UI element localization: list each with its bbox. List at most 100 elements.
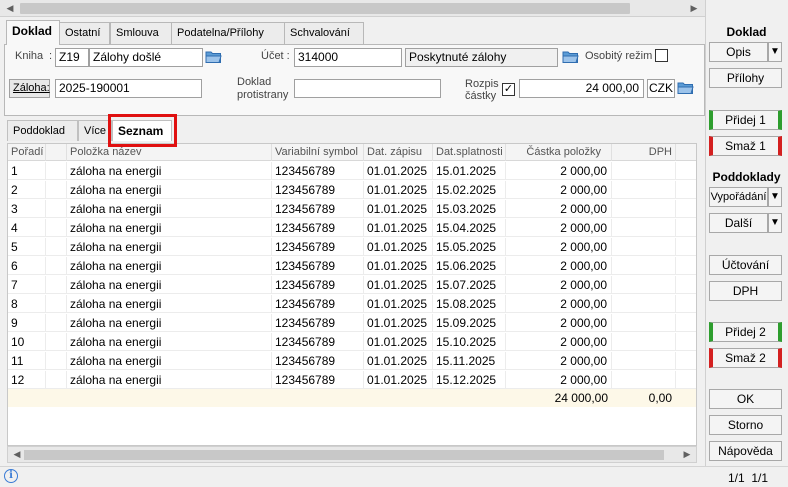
header-castka[interactable]: Částka položky bbox=[506, 144, 612, 161]
cell-poradi[interactable]: 9 bbox=[8, 314, 46, 332]
cell-dph[interactable] bbox=[612, 295, 676, 313]
dalsi-button[interactable]: Další bbox=[709, 213, 768, 233]
cell-vs[interactable]: 123456789 bbox=[272, 333, 364, 351]
cell-dph[interactable] bbox=[612, 219, 676, 237]
kniha-code-input[interactable]: Z19 bbox=[55, 48, 89, 67]
subtab-vice[interactable]: Více bbox=[78, 120, 112, 141]
cell-poradi[interactable]: 1 bbox=[8, 162, 46, 180]
cell-blank[interactable] bbox=[46, 219, 67, 237]
cell-vs[interactable]: 123456789 bbox=[272, 352, 364, 370]
subtab-poddoklad[interactable]: Poddoklad bbox=[7, 120, 78, 141]
cell-castka[interactable]: 2 000,00 bbox=[506, 295, 612, 313]
pridej-1-button[interactable]: Přidej 1 bbox=[709, 110, 782, 130]
castka-input[interactable]: 24 000,00 bbox=[519, 79, 644, 98]
scroll-right-icon[interactable]: ▶ bbox=[686, 1, 702, 16]
cell-dat-zapisu[interactable]: 01.01.2025 bbox=[364, 257, 433, 275]
cell-dat-splatnosti[interactable]: 15.03.2025 bbox=[433, 200, 506, 218]
zaloha-button[interactable]: Záloha: bbox=[9, 79, 50, 98]
cell-dph[interactable] bbox=[612, 276, 676, 294]
cell-polozka[interactable]: záloha na energii bbox=[67, 162, 272, 180]
info-icon[interactable]: i bbox=[4, 469, 18, 483]
header-vs[interactable]: Variabilní symbol bbox=[272, 144, 364, 161]
mena-folder-icon[interactable] bbox=[677, 81, 694, 95]
bottom-scrollbar[interactable]: ◀ ▶ bbox=[7, 446, 697, 463]
items-table[interactable]: Pořadí Položka název Variabilní symbol D… bbox=[7, 143, 697, 446]
cell-dat-splatnosti[interactable]: 15.08.2025 bbox=[433, 295, 506, 313]
ok-button[interactable]: OK bbox=[709, 389, 782, 409]
cell-polozka[interactable]: záloha na energii bbox=[67, 181, 272, 199]
cell-dat-splatnosti[interactable]: 15.05.2025 bbox=[433, 238, 506, 256]
vyporadani-button[interactable]: Vypořádání bbox=[709, 187, 768, 207]
cell-vs[interactable]: 123456789 bbox=[272, 200, 364, 218]
top-scrollbar[interactable]: ◀ ▶ bbox=[0, 0, 705, 17]
cell-blank[interactable] bbox=[46, 200, 67, 218]
cell-polozka[interactable]: záloha na energii bbox=[67, 295, 272, 313]
tab-podatelna[interactable]: Podatelna/Přílohy bbox=[171, 22, 285, 44]
header-poradi[interactable]: Pořadí bbox=[8, 144, 46, 161]
cell-dat-splatnosti[interactable]: 15.10.2025 bbox=[433, 333, 506, 351]
cell-dph[interactable] bbox=[612, 181, 676, 199]
cell-dph[interactable] bbox=[612, 200, 676, 218]
cell-dat-splatnosti[interactable]: 15.04.2025 bbox=[433, 219, 506, 237]
vyporadani-dropdown-icon[interactable]: ▼ bbox=[768, 187, 782, 207]
cell-vs[interactable]: 123456789 bbox=[272, 162, 364, 180]
cell-dat-zapisu[interactable]: 01.01.2025 bbox=[364, 333, 433, 351]
table-row[interactable]: 5 záloha na energii 123456789 01.01.2025 15.… bbox=[8, 238, 696, 256]
hscroll-right-icon[interactable]: ▶ bbox=[679, 447, 695, 462]
cell-dph[interactable] bbox=[612, 371, 676, 389]
cell-polozka[interactable]: záloha na energii bbox=[67, 371, 272, 389]
cell-poradi[interactable]: 7 bbox=[8, 276, 46, 294]
cell-poradi[interactable]: 8 bbox=[8, 295, 46, 313]
dph-button[interactable]: DPH bbox=[709, 281, 782, 301]
smaz-2-button[interactable]: Smaž 2 bbox=[709, 348, 782, 368]
prilohy-button[interactable]: Přílohy bbox=[709, 68, 782, 88]
opis-dropdown-icon[interactable]: ▼ bbox=[768, 42, 782, 62]
cell-vs[interactable]: 123456789 bbox=[272, 257, 364, 275]
cell-dat-zapisu[interactable]: 01.01.2025 bbox=[364, 162, 433, 180]
cell-dat-zapisu[interactable]: 01.01.2025 bbox=[364, 352, 433, 370]
cell-castka[interactable]: 2 000,00 bbox=[506, 276, 612, 294]
cell-polozka[interactable]: záloha na energii bbox=[67, 352, 272, 370]
table-row[interactable]: 4 záloha na energii 123456789 01.01.2025 15.… bbox=[8, 219, 696, 237]
cell-vs[interactable]: 123456789 bbox=[272, 238, 364, 256]
cell-dat-zapisu[interactable]: 01.01.2025 bbox=[364, 219, 433, 237]
cell-dat-zapisu[interactable]: 01.01.2025 bbox=[364, 295, 433, 313]
mena-field[interactable]: CZK bbox=[647, 79, 675, 98]
cell-polozka[interactable]: záloha na energii bbox=[67, 276, 272, 294]
storno-button[interactable]: Storno bbox=[709, 415, 782, 435]
header-dat-zapisu[interactable]: Dat. zápisu bbox=[364, 144, 433, 161]
rozpis-castky-checkbox[interactable]: ✓ bbox=[502, 83, 515, 96]
cell-poradi[interactable]: 2 bbox=[8, 181, 46, 199]
cell-dat-zapisu[interactable]: 01.01.2025 bbox=[364, 371, 433, 389]
osobity-rezim-checkbox[interactable] bbox=[655, 49, 668, 62]
table-row[interactable]: 8 záloha na energii 123456789 01.01.2025 15.… bbox=[8, 295, 696, 313]
cell-vs[interactable]: 123456789 bbox=[272, 219, 364, 237]
cell-dat-splatnosti[interactable]: 15.12.2025 bbox=[433, 371, 506, 389]
cell-poradi[interactable]: 12 bbox=[8, 371, 46, 389]
cell-vs[interactable]: 123456789 bbox=[272, 371, 364, 389]
header-dph[interactable]: DPH bbox=[612, 144, 676, 161]
cell-blank[interactable] bbox=[46, 257, 67, 275]
cell-castka[interactable]: 2 000,00 bbox=[506, 371, 612, 389]
cell-dph[interactable] bbox=[612, 314, 676, 332]
cell-dat-splatnosti[interactable]: 15.07.2025 bbox=[433, 276, 506, 294]
kniha-folder-icon[interactable] bbox=[205, 50, 222, 64]
cell-dat-splatnosti[interactable]: 15.09.2025 bbox=[433, 314, 506, 332]
cell-castka[interactable]: 2 000,00 bbox=[506, 162, 612, 180]
tab-smlouva[interactable]: Smlouva bbox=[110, 22, 172, 44]
smaz-1-button[interactable]: Smaž 1 bbox=[709, 136, 782, 156]
cell-dat-zapisu[interactable]: 01.01.2025 bbox=[364, 314, 433, 332]
cell-vs[interactable]: 123456789 bbox=[272, 181, 364, 199]
cell-polozka[interactable]: záloha na energii bbox=[67, 219, 272, 237]
cell-blank[interactable] bbox=[46, 295, 67, 313]
scroll-thumb[interactable] bbox=[20, 3, 630, 14]
cell-castka[interactable]: 2 000,00 bbox=[506, 352, 612, 370]
cell-dat-splatnosti[interactable]: 15.01.2025 bbox=[433, 162, 506, 180]
cell-poradi[interactable]: 6 bbox=[8, 257, 46, 275]
tab-ostatni[interactable]: Ostatní bbox=[59, 22, 110, 44]
pridej-2-button[interactable]: Přidej 2 bbox=[709, 322, 782, 342]
table-row[interactable]: 11 záloha na energii 123456789 01.01.2025 15… bbox=[8, 352, 696, 370]
cell-castka[interactable]: 2 000,00 bbox=[506, 333, 612, 351]
cell-dph[interactable] bbox=[612, 333, 676, 351]
napoveda-button[interactable]: Nápověda bbox=[709, 441, 782, 461]
